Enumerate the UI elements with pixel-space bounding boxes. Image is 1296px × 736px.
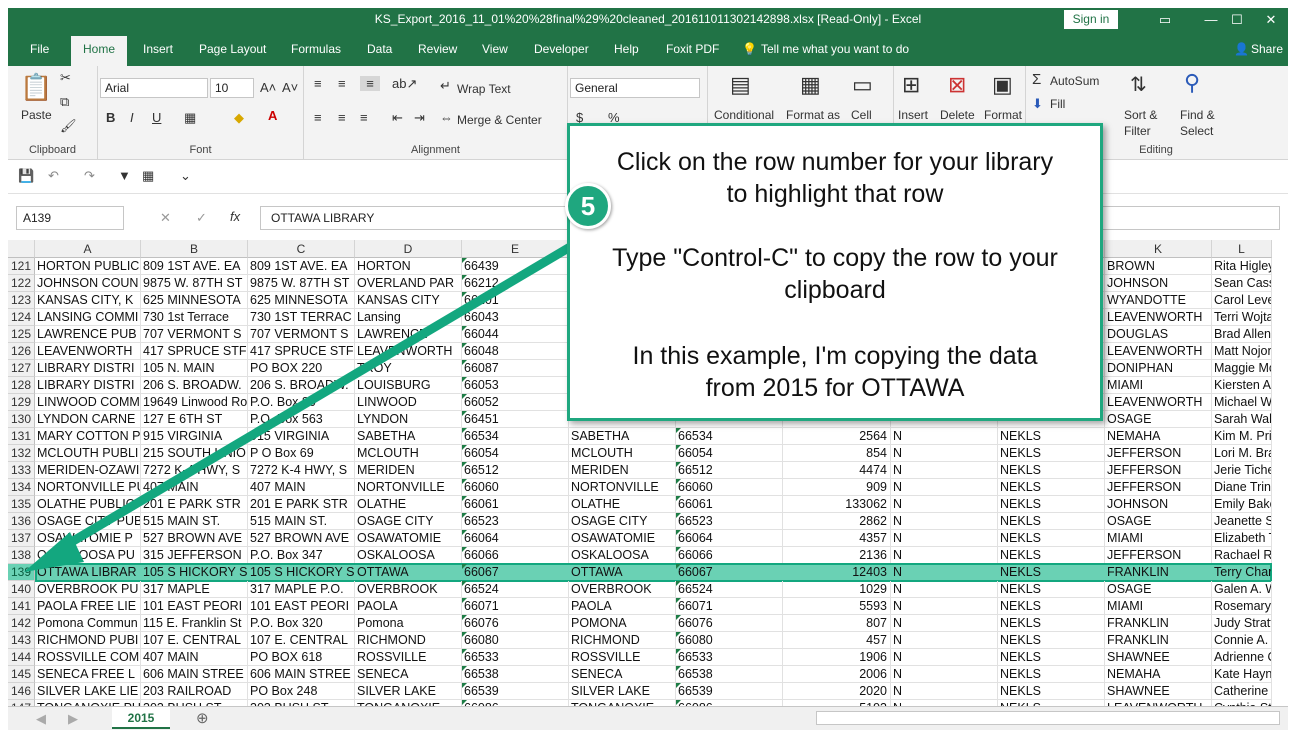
callout-line-2: to highlight that row [726,180,944,208]
step-badge: 5 [565,183,611,229]
callout-line-1: Click on the row number for your library [616,148,1054,176]
callout-line-3: Type "Control-C" to copy the row to your [612,244,1058,272]
instruction-callout: Click on the row number for your library… [567,123,1103,421]
callout-line-6: from 2015 for OTTAWA [705,374,965,402]
callout-line-4: clipboard [784,276,886,304]
callout-line-5: In this example, I'm copying the data [632,342,1038,370]
arrow-shaft [53,229,597,555]
